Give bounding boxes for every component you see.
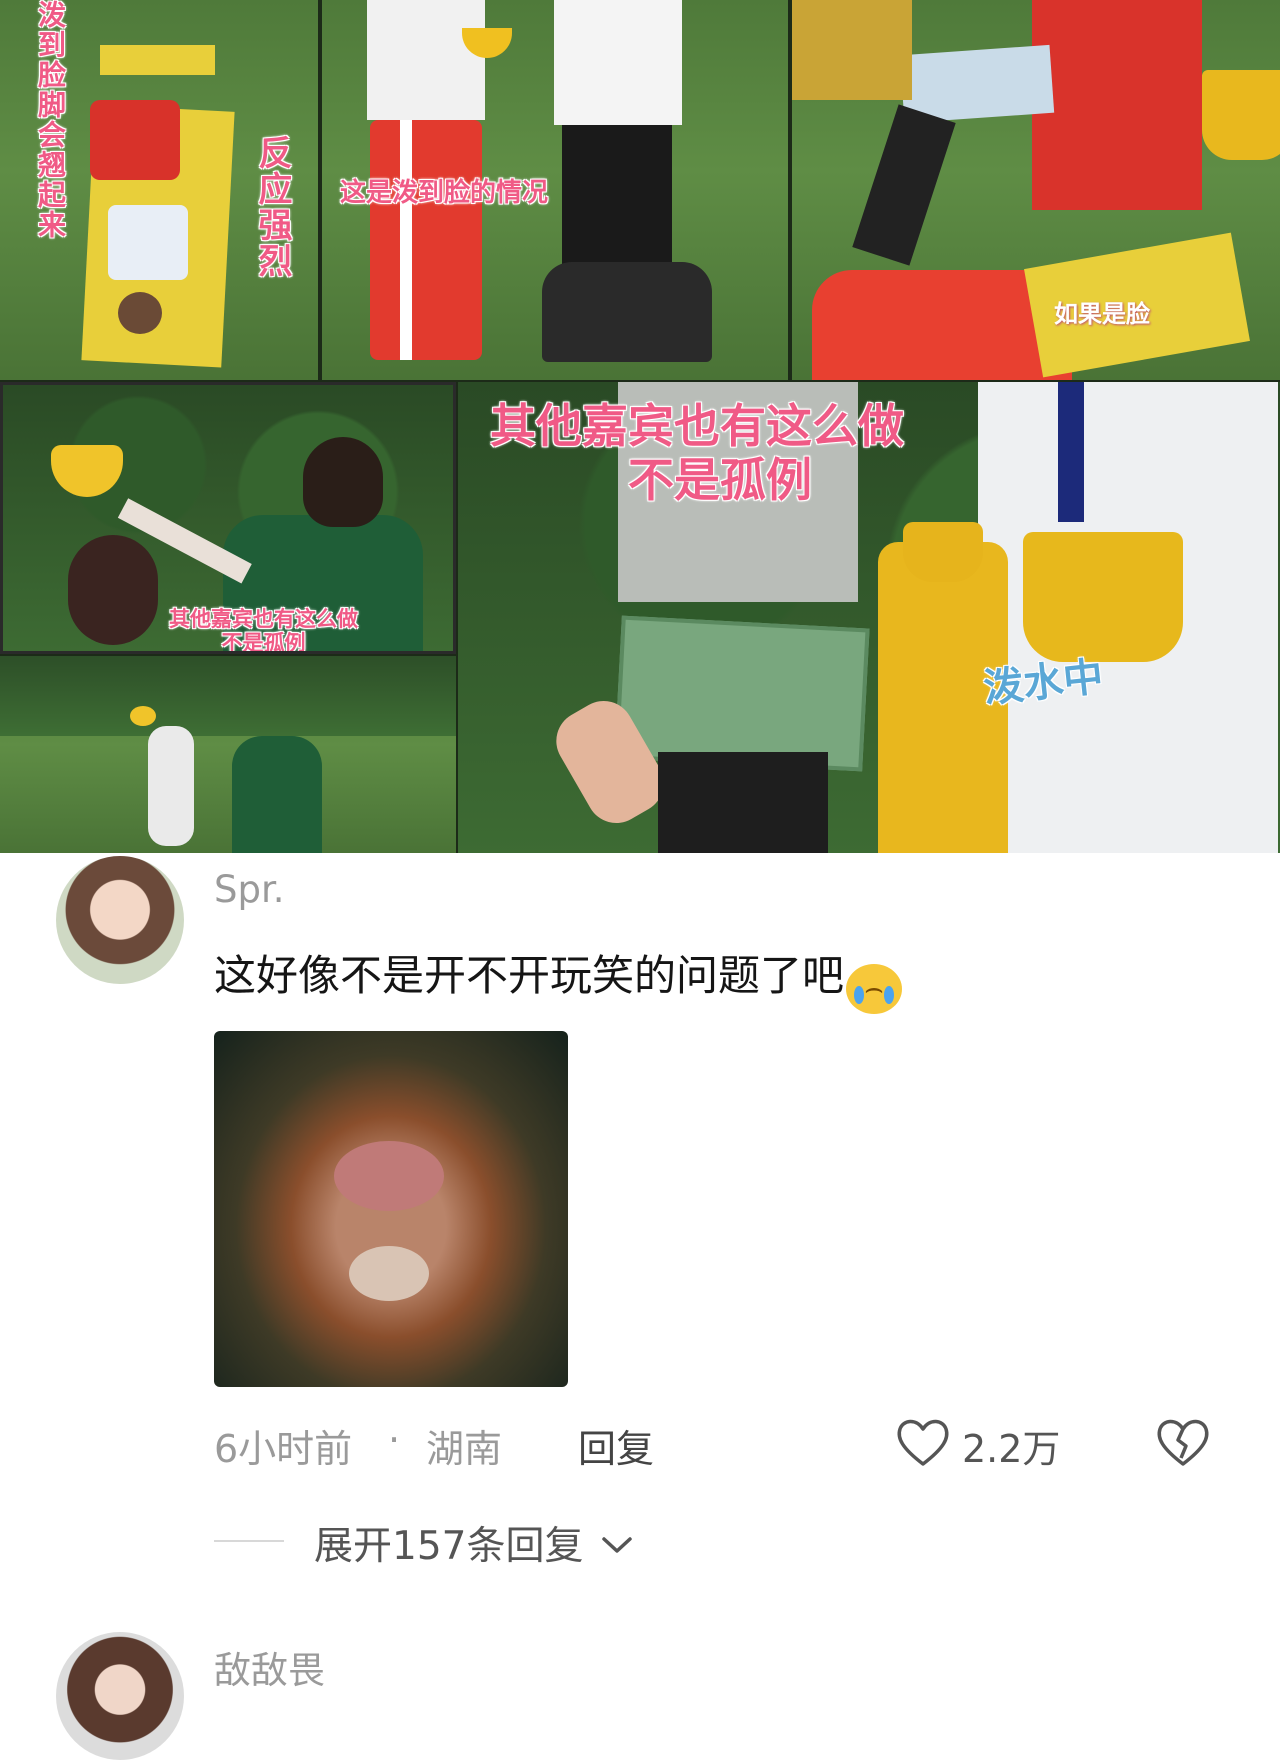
khaki-pants [792, 0, 912, 100]
tree-line [0, 656, 456, 736]
meme-nose [334, 1141, 444, 1211]
chevron-down-icon [602, 1537, 632, 1553]
panel-splashing: 其他嘉宾也有这么做 不是孤例 泼水中 [458, 382, 1280, 853]
avatar[interactable] [56, 1632, 184, 1760]
like-count: 2.2万 [962, 1427, 1061, 1471]
username[interactable]: 敌敌畏 [214, 1640, 325, 1694]
heart-icon[interactable] [894, 1416, 952, 1468]
expand-replies-button[interactable]: 展开157条回复 [314, 1515, 634, 1571]
username[interactable]: Spr. [214, 868, 285, 911]
comment-image[interactable] [214, 1031, 568, 1387]
green-clipboard [614, 615, 870, 772]
yellow-mat-top [100, 45, 215, 75]
expand-replies-label: 展开157条回复 [314, 1524, 584, 1569]
reply-button[interactable]: 回复 [578, 1418, 654, 1473]
panel-field [0, 656, 456, 853]
yellow-bucket [1202, 70, 1280, 160]
man-head [303, 437, 383, 527]
yellow-dipper [51, 445, 123, 497]
dark-pants [658, 752, 828, 853]
white-vest [367, 0, 485, 120]
woman-head [68, 535, 158, 645]
caption-others-line2: 不是孤例 [628, 453, 812, 507]
meta-separator: · [388, 1418, 401, 1462]
panel-lying-on-mat: 泼到脸脚会翘起来 反应强烈 [0, 0, 318, 380]
loudly-crying-face-icon: ⌢ [846, 964, 903, 1014]
person-red-pants [370, 120, 482, 360]
yellow-dipper-2 [130, 706, 156, 726]
panel-closeup: 如果是脸 [792, 0, 1280, 380]
meme-mouth [349, 1246, 429, 1301]
red-jacket [1032, 0, 1202, 210]
caption-feet-lift: 泼到脸脚会翘起来 [34, 0, 67, 240]
red-pants [90, 100, 180, 180]
panel-splash-face: 这是泼到脸的情况 [322, 0, 788, 380]
white-top [554, 0, 682, 125]
navy-tie [1058, 382, 1084, 522]
photo-collage[interactable]: 泼到脸脚会翘起来 反应强烈 这是泼到脸的情况 如果是脸 其他嘉宾也有这么做 不是… [0, 0, 1280, 853]
avatar[interactable] [56, 856, 184, 984]
broken-heart-icon[interactable] [1154, 1416, 1212, 1468]
big-yellow-bucket [1023, 532, 1183, 662]
person-white [148, 726, 194, 846]
person-green [232, 736, 322, 853]
person-lying [542, 262, 712, 362]
caption-strong-reaction: 反应强烈 [252, 135, 292, 279]
panel-pouring-head: 其他嘉宾也有这么做 不是孤例 [0, 382, 456, 654]
white-stripe [400, 120, 412, 360]
caption-if-face: 如果是脸 [1054, 300, 1150, 328]
comment-time: 6小时前 [214, 1427, 353, 1471]
head [118, 292, 162, 334]
black-sleeve [852, 104, 956, 266]
comment-text: 这好像不是开不开玩笑的问题了吧 ⌢ [214, 942, 903, 1014]
comment-location: 湖南 [426, 1427, 503, 1471]
divider-line [214, 1540, 284, 1542]
white-jacket [108, 205, 188, 280]
caption-splash-face: 这是泼到脸的情况 [340, 178, 549, 208]
small-bucket [903, 522, 983, 582]
comment-body: 这好像不是开不开玩笑的问题了吧 [214, 951, 845, 1000]
caption-others-too-small: 其他嘉宾也有这么做 不是孤例 [169, 607, 358, 654]
